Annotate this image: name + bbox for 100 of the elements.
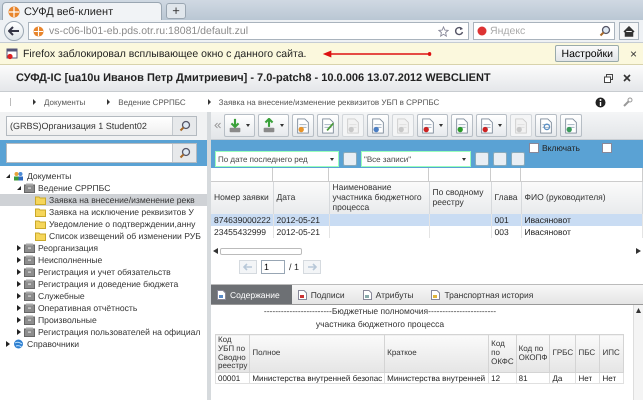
toolbar-button[interactable] bbox=[292, 114, 314, 137]
back-button[interactable] bbox=[4, 21, 24, 41]
tree-item[interactable]: Заявка на исключение реквизитов У bbox=[0, 206, 207, 218]
close-button[interactable]: × bbox=[630, 46, 637, 60]
tree-item[interactable]: Ведение СРРПБС bbox=[0, 182, 207, 194]
filter-button[interactable] bbox=[475, 152, 489, 166]
search-button[interactable] bbox=[172, 144, 196, 162]
cabinet-icon bbox=[24, 291, 35, 301]
breadcrumb-link[interactable]: Ведение СРРПБС bbox=[118, 98, 186, 106]
search-field[interactable]: Яндекс bbox=[490, 25, 596, 37]
filter-button[interactable] bbox=[511, 152, 525, 166]
toolbar-button[interactable] bbox=[560, 114, 582, 137]
breadcrumb-link[interactable]: Документы bbox=[44, 98, 86, 106]
column-header[interactable]: Глава bbox=[491, 182, 521, 214]
caret-icon[interactable] bbox=[280, 124, 284, 127]
toolbar-button[interactable] bbox=[367, 114, 389, 137]
search-bar[interactable]: Яндекс bbox=[473, 22, 615, 40]
tree-item[interactable]: Документы bbox=[0, 170, 207, 182]
column-header[interactable]: Краткое bbox=[384, 334, 489, 373]
tree-item[interactable]: Уведомление о подтверждении,анну bbox=[0, 218, 207, 230]
search-button[interactable] bbox=[172, 117, 196, 135]
tree-item[interactable]: Справочники bbox=[0, 338, 207, 350]
column-header[interactable]: ГРБС bbox=[550, 334, 576, 373]
expander-icon[interactable] bbox=[6, 174, 10, 178]
caret-icon[interactable] bbox=[439, 124, 443, 127]
column-header[interactable]: Дата bbox=[273, 182, 329, 214]
horizontal-scrollbar[interactable] bbox=[211, 246, 643, 256]
column-header[interactable]: Код УБП по Сводно реестру bbox=[216, 334, 250, 373]
search-icon bbox=[599, 25, 611, 37]
column-header[interactable]: По сводному реестру bbox=[429, 182, 491, 214]
scroll-up-icon[interactable] bbox=[636, 308, 641, 314]
restore-icon[interactable] bbox=[604, 74, 613, 82]
cabinet-icon bbox=[24, 303, 35, 313]
records-dropdown[interactable]: "Все записи" bbox=[361, 151, 471, 167]
table-row[interactable]: 874639000222 2012-05-21 001 Ивасяновот bbox=[211, 214, 642, 226]
tree-item[interactable]: Регистрация и учет обязательств bbox=[0, 266, 207, 278]
toolbar-button[interactable] bbox=[535, 114, 557, 137]
tab[interactable]: Подписи bbox=[292, 285, 357, 304]
browser-tab[interactable]: СУФД веб-клиент bbox=[2, 2, 162, 20]
close-icon[interactable] bbox=[623, 74, 631, 82]
vertical-scrollbar[interactable] bbox=[633, 305, 643, 400]
wrench-icon[interactable] bbox=[622, 96, 633, 108]
column-header[interactable]: Наименование участника бюджетного процесса bbox=[329, 182, 429, 214]
chevron-left-icon[interactable] bbox=[214, 122, 221, 129]
tree-item[interactable]: Реорганизация bbox=[0, 242, 207, 254]
organization-field[interactable]: (GRBS)Организация 1 Student02 bbox=[6, 116, 197, 136]
filter-button[interactable] bbox=[493, 152, 507, 166]
column-header[interactable]: Код по ОКФС bbox=[488, 334, 516, 373]
tree-item[interactable]: Служебные bbox=[0, 290, 207, 302]
search-engine-icon[interactable] bbox=[477, 26, 487, 36]
tree-item[interactable]: Заявка на внесение/изменение рекв bbox=[0, 194, 207, 206]
tree-item[interactable]: Неисполненные bbox=[0, 254, 207, 266]
settings-button[interactable]: Настройки bbox=[555, 45, 619, 62]
info-icon[interactable] bbox=[595, 96, 606, 108]
expander-icon[interactable] bbox=[6, 341, 10, 347]
table-row[interactable]: 23455432999 2012-05-21 003 Ивасяновот bbox=[211, 226, 642, 238]
toolbar-button[interactable] bbox=[451, 114, 473, 137]
search-icon bbox=[178, 147, 190, 159]
column-header[interactable]: Код по ОКОПФ bbox=[516, 334, 550, 373]
tree-item[interactable]: Список извещений об изменении РУБ bbox=[0, 230, 207, 242]
page-field[interactable]: 1 bbox=[261, 260, 285, 274]
column-header[interactable]: Номер заявки bbox=[211, 182, 273, 214]
scroll-left-icon[interactable] bbox=[213, 248, 218, 254]
toolbar-button[interactable] bbox=[317, 114, 339, 137]
tab[interactable]: Содержание bbox=[211, 285, 292, 304]
search-field[interactable] bbox=[6, 143, 197, 163]
column-header[interactable]: ПБС bbox=[576, 334, 600, 373]
table-cell: 81 bbox=[516, 372, 550, 384]
tree-item[interactable]: Произвольные bbox=[0, 314, 207, 326]
tree-item[interactable]: Оперативная отчётность bbox=[0, 302, 207, 314]
folder-icon bbox=[35, 231, 46, 241]
column-header[interactable]: ФИО (руководителя) bbox=[521, 182, 642, 214]
checkbox[interactable] bbox=[602, 143, 612, 153]
tab[interactable]: Транспортная история bbox=[425, 285, 546, 304]
column-header[interactable]: Полное bbox=[250, 334, 385, 373]
caret-icon[interactable] bbox=[246, 124, 250, 127]
tree-item[interactable]: Регистрация пользователей на официал bbox=[0, 326, 207, 338]
new-tab-button[interactable]: + bbox=[166, 3, 186, 19]
search-icon bbox=[178, 120, 190, 132]
checkbox[interactable] bbox=[529, 143, 539, 153]
tree-item[interactable]: Регистрация и доведение бюджета bbox=[0, 278, 207, 290]
toolbar-button[interactable] bbox=[476, 114, 507, 137]
cabinet-icon bbox=[24, 327, 35, 337]
filter-button[interactable] bbox=[343, 152, 357, 166]
breadcrumb-link[interactable]: Заявка на внесение/изменение реквизитов УБП в СРРПБС bbox=[218, 98, 440, 106]
scroll-right-icon[interactable] bbox=[636, 248, 641, 254]
tab[interactable]: Атрибуты bbox=[356, 285, 426, 304]
sort-dropdown[interactable]: По дате последнего ред bbox=[215, 151, 339, 167]
toolbar-button[interactable] bbox=[417, 114, 448, 137]
home-button[interactable] bbox=[619, 22, 639, 40]
home-icon[interactable] bbox=[623, 26, 635, 36]
document-icon bbox=[431, 290, 440, 300]
table-cell: Нет bbox=[600, 372, 624, 384]
column-header[interactable]: ИПС bbox=[600, 334, 624, 373]
reload-icon[interactable] bbox=[454, 26, 464, 36]
back-arrow-icon[interactable] bbox=[8, 26, 20, 36]
app-logo-icon bbox=[8, 6, 20, 18]
star-icon[interactable] bbox=[438, 26, 449, 36]
caret-icon[interactable] bbox=[498, 124, 502, 127]
table-cell: 003 bbox=[491, 226, 521, 238]
